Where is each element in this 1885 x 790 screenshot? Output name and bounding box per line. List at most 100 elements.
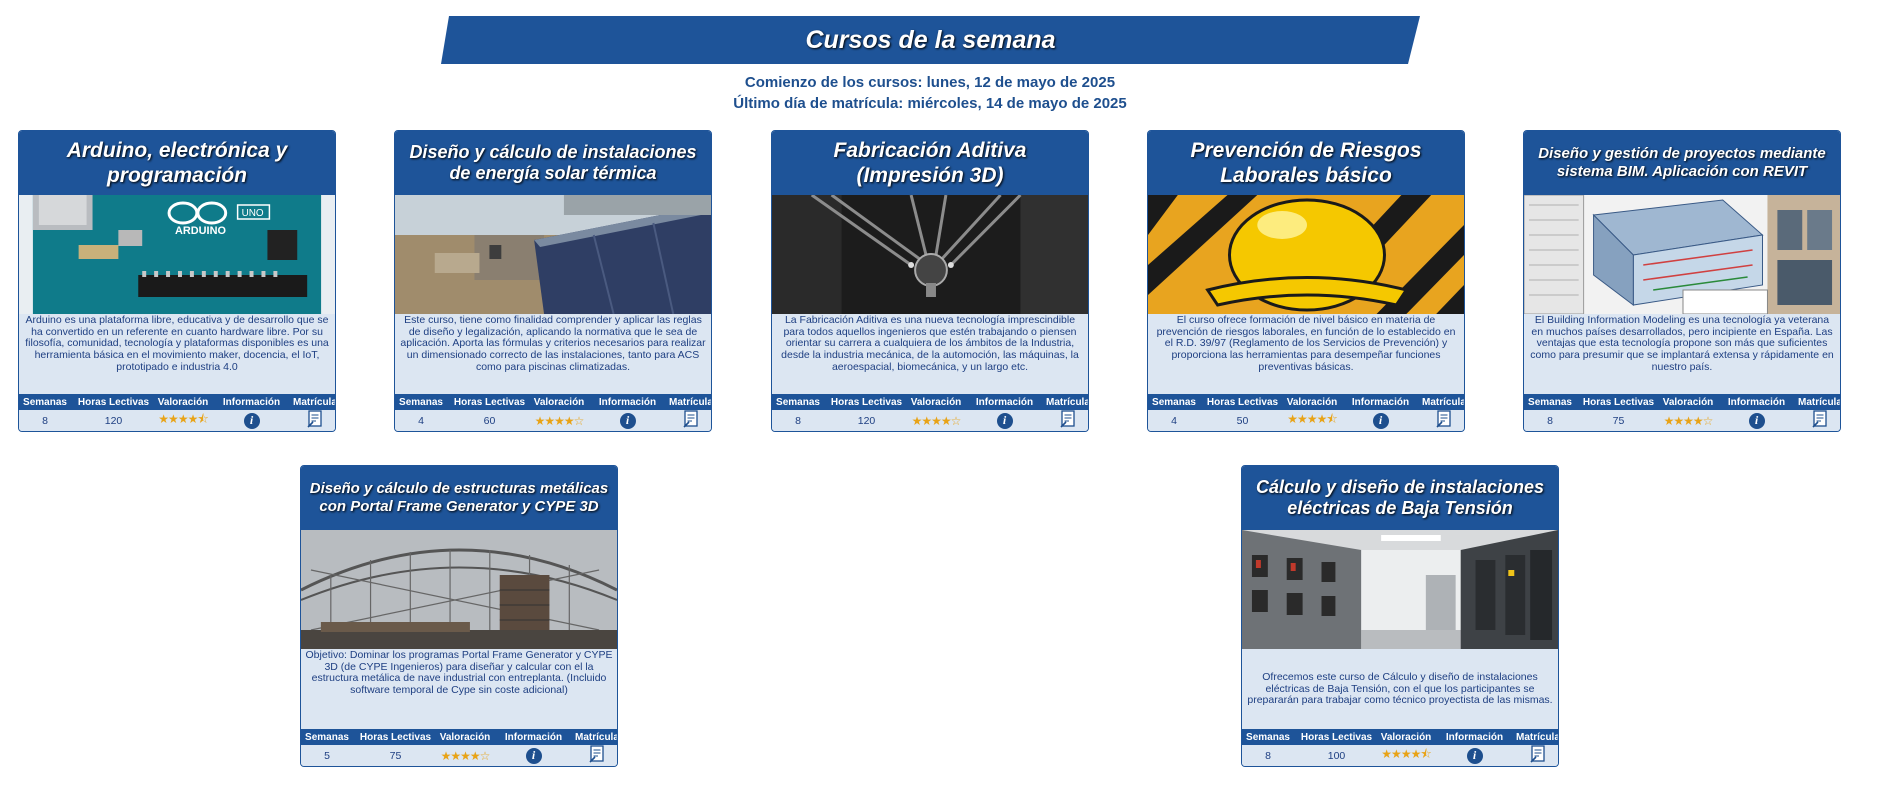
info-header: Información xyxy=(598,396,657,408)
svg-text:ARDUINO: ARDUINO xyxy=(175,225,226,237)
stats-values: 8 100 ★★★★⯪ i xyxy=(1242,745,1558,766)
course-description: Objetivo: Dominar los programas Portal F… xyxy=(305,649,613,697)
hours-value: 60 xyxy=(483,414,496,427)
course-image-safety-helmet[interactable] xyxy=(1148,195,1464,314)
course-image-solar-panel[interactable] xyxy=(395,195,711,314)
enroll-header: Matrícula xyxy=(1798,396,1841,408)
stats-values: 8 120 ★★★★☆ i xyxy=(772,410,1088,431)
stats-header: Semanas Horas Lectivas Valoración Inform… xyxy=(772,394,1088,410)
enroll-form-icon[interactable] xyxy=(1529,745,1546,763)
hours-header: Horas Lectivas xyxy=(77,396,150,408)
course-stats: Semanas Horas Lectivas Valoración Inform… xyxy=(1148,394,1464,431)
enroll-button[interactable] xyxy=(669,410,711,431)
enroll-header: Matrícula xyxy=(1422,396,1465,408)
weeks-value: 4 xyxy=(1171,414,1177,427)
course-description: El Building Information Modeling es una … xyxy=(1530,314,1834,373)
enroll-button[interactable] xyxy=(1046,410,1088,431)
info-header: Información xyxy=(1727,396,1786,408)
info-button[interactable]: i xyxy=(1433,747,1516,764)
enroll-header: Matrícula xyxy=(669,396,712,408)
enrollment-deadline: Último día de matrícula: miércoles, 14 d… xyxy=(733,95,1127,112)
course-card[interactable]: Fabricación Aditiva (Impresión 3D) La Fa… xyxy=(771,130,1089,432)
rating-stars: ★★★★⯪ xyxy=(1287,412,1337,426)
enroll-header: Matrícula xyxy=(575,731,618,743)
enroll-form-icon[interactable] xyxy=(1059,410,1076,428)
course-title[interactable]: Cálculo y diseño de instalaciones eléctr… xyxy=(1242,466,1558,530)
info-icon[interactable]: i xyxy=(525,747,542,764)
course-description: El curso ofrece formación de nivel básic… xyxy=(1156,314,1456,373)
course-title[interactable]: Prevención de Riesgos Laborales básico xyxy=(1148,131,1464,195)
stats-header: Semanas Horas Lectivas Valoración Inform… xyxy=(1148,394,1464,410)
info-icon[interactable]: i xyxy=(1372,412,1389,429)
enroll-button[interactable] xyxy=(1798,410,1840,431)
course-title[interactable]: Arduino, electrónica y programación xyxy=(19,131,335,195)
course-stats: Semanas Horas Lectivas Valoración Inform… xyxy=(395,394,711,431)
enroll-button[interactable] xyxy=(1422,410,1464,431)
hours-value: 75 xyxy=(389,749,402,762)
course-image-steel-structure[interactable] xyxy=(301,530,617,649)
rating-header: Valoración xyxy=(533,396,585,408)
weeks-value: 8 xyxy=(1265,749,1271,762)
course-card[interactable]: Diseño y cálculo de instalaciones de ene… xyxy=(394,130,712,432)
course-title[interactable]: Diseño y gestión de proyectos mediante s… xyxy=(1524,131,1840,195)
enroll-button[interactable] xyxy=(1516,745,1558,766)
course-card[interactable]: Diseño y cálculo de estructuras metálica… xyxy=(300,465,618,767)
course-dates: Comienzo de los cursos: lunes, 12 de may… xyxy=(0,72,1860,114)
hours-header: Horas Lectivas xyxy=(830,396,903,408)
info-button[interactable]: i xyxy=(963,412,1046,429)
hours-value: 120 xyxy=(857,414,876,427)
course-card[interactable]: Prevención de Riesgos Laborales básico E… xyxy=(1147,130,1465,432)
stats-header: Semanas Horas Lectivas Valoración Inform… xyxy=(301,729,617,745)
info-button[interactable]: i xyxy=(586,412,669,429)
info-button[interactable]: i xyxy=(1715,412,1798,429)
svg-text:UNO: UNO xyxy=(242,208,264,219)
enroll-form-icon[interactable] xyxy=(1435,410,1452,428)
info-header: Información xyxy=(504,731,563,743)
info-icon[interactable]: i xyxy=(1748,412,1765,429)
enroll-header: Matrícula xyxy=(293,396,336,408)
weeks-header: Semanas xyxy=(399,396,443,408)
course-image-3d-printer[interactable] xyxy=(772,195,1088,314)
info-button[interactable]: i xyxy=(1339,412,1422,429)
enroll-button[interactable] xyxy=(293,410,335,431)
rating-header: Valoración xyxy=(1662,396,1714,408)
enroll-header: Matrícula xyxy=(1516,731,1559,743)
enroll-form-icon[interactable] xyxy=(1811,410,1828,428)
course-card[interactable]: Diseño y gestión de proyectos mediante s… xyxy=(1523,130,1841,432)
banner: Cursos de la semana xyxy=(441,16,1420,64)
stats-values: 5 75 ★★★★☆ i xyxy=(301,745,617,766)
enroll-form-icon[interactable] xyxy=(306,410,323,428)
hours-header: Horas Lectivas xyxy=(1582,396,1655,408)
rating-stars: ★★★★⯪ xyxy=(158,412,208,426)
weeks-header: Semanas xyxy=(1528,396,1572,408)
info-icon[interactable]: i xyxy=(619,412,636,429)
info-icon[interactable]: i xyxy=(1466,747,1483,764)
stats-header: Semanas Horas Lectivas Valoración Inform… xyxy=(1242,729,1558,745)
info-button[interactable]: i xyxy=(210,412,293,429)
course-card[interactable]: Cálculo y diseño de instalaciones eléctr… xyxy=(1241,465,1559,767)
course-description: La Fabricación Aditiva es una nueva tecn… xyxy=(781,314,1079,373)
info-icon[interactable]: i xyxy=(243,412,260,429)
course-description: Este curso, tiene como finalidad compren… xyxy=(400,314,706,373)
enroll-form-icon[interactable] xyxy=(588,745,605,763)
enroll-button[interactable] xyxy=(575,745,617,766)
stats-values: 4 60 ★★★★☆ i xyxy=(395,410,711,431)
course-stats: Semanas Horas Lectivas Valoración Inform… xyxy=(1524,394,1840,431)
info-button[interactable]: i xyxy=(492,747,575,764)
course-image-bim-model[interactable] xyxy=(1524,195,1840,314)
weeks-header: Semanas xyxy=(1152,396,1196,408)
info-icon[interactable]: i xyxy=(996,412,1013,429)
course-title[interactable]: Fabricación Aditiva (Impresión 3D) xyxy=(772,131,1088,195)
course-description: Arduino es una plataforma libre, educati… xyxy=(25,314,329,373)
hours-value: 120 xyxy=(104,414,123,427)
enroll-form-icon[interactable] xyxy=(682,410,699,428)
course-image-arduino[interactable]: ARDUINO UNO xyxy=(19,195,335,314)
course-image-electrical-cabinets[interactable] xyxy=(1242,530,1558,649)
weeks-value: 8 xyxy=(795,414,801,427)
course-card[interactable]: Arduino, electrónica y programación ARDU… xyxy=(18,130,336,432)
weeks-value: 8 xyxy=(1547,414,1553,427)
course-stats: Semanas Horas Lectivas Valoración Inform… xyxy=(19,394,335,431)
course-stats: Semanas Horas Lectivas Valoración Inform… xyxy=(1242,729,1558,766)
course-title[interactable]: Diseño y cálculo de estructuras metálica… xyxy=(301,466,617,530)
course-title[interactable]: Diseño y cálculo de instalaciones de ene… xyxy=(395,131,711,195)
